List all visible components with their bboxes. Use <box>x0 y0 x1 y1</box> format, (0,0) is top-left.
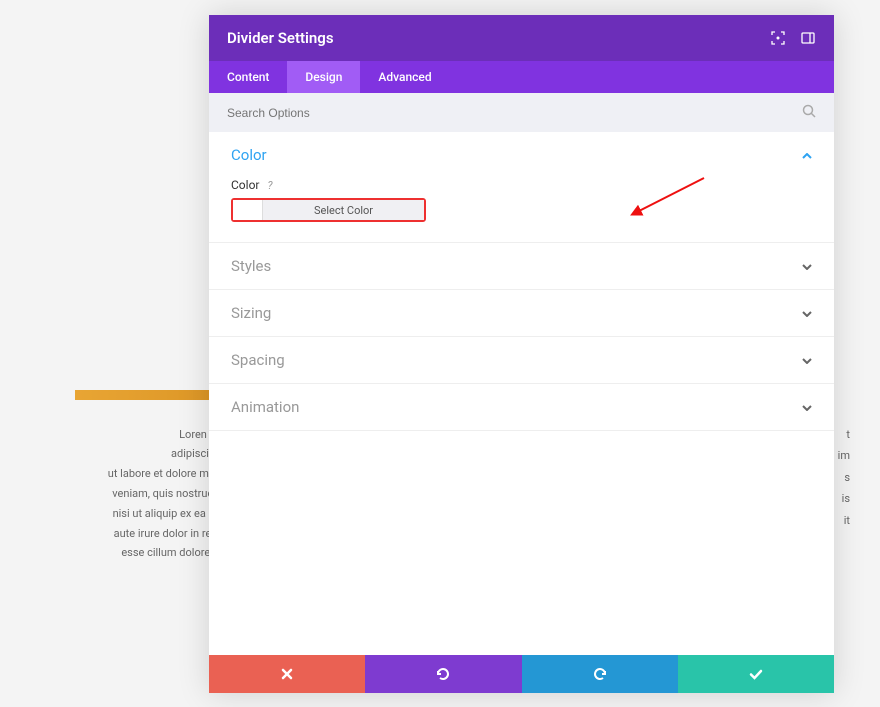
section-header-animation[interactable]: Animation <box>209 384 834 430</box>
color-picker-button[interactable]: Select Color <box>231 198 426 222</box>
section-content-color: Color ? Select Color <box>209 178 834 242</box>
chevron-down-icon <box>802 307 812 320</box>
section-animation: Animation <box>209 384 834 431</box>
chevron-down-icon <box>802 354 812 367</box>
undo-button[interactable] <box>365 655 521 693</box>
redo-button[interactable] <box>522 655 678 693</box>
section-header-styles[interactable]: Styles <box>209 243 834 289</box>
section-header-sizing[interactable]: Sizing <box>209 290 834 336</box>
tab-content[interactable]: Content <box>209 61 287 93</box>
panel-icon[interactable] <box>800 30 816 46</box>
color-swatch <box>233 200 263 220</box>
modal-header: Divider Settings <box>209 15 834 61</box>
section-title-spacing: Spacing <box>231 351 285 369</box>
section-sizing: Sizing <box>209 290 834 337</box>
section-title-sizing: Sizing <box>231 304 271 322</box>
help-icon[interactable]: ? <box>267 179 272 192</box>
tab-advanced[interactable]: Advanced <box>360 61 449 93</box>
save-button[interactable] <box>678 655 834 693</box>
section-spacing: Spacing <box>209 337 834 384</box>
fullscreen-icon[interactable] <box>770 30 786 46</box>
modal-footer <box>209 655 834 693</box>
chevron-up-icon <box>802 149 812 162</box>
color-field-label-row: Color ? <box>231 178 812 192</box>
search-icon[interactable] <box>802 103 816 122</box>
section-title-styles: Styles <box>231 257 271 275</box>
modal-body: Color Color ? Select Color <box>209 132 834 655</box>
header-icons <box>770 30 816 46</box>
section-title-animation: Animation <box>231 398 299 416</box>
chevron-down-icon <box>802 260 812 273</box>
section-color: Color Color ? Select Color <box>209 132 834 243</box>
cancel-button[interactable] <box>209 655 365 693</box>
modal-title: Divider Settings <box>227 29 334 47</box>
tab-design[interactable]: Design <box>287 61 360 93</box>
search-input[interactable] <box>227 106 802 120</box>
select-color-label: Select Color <box>263 200 424 220</box>
lorem-paragraph-right-edge: t im s is it <box>838 424 850 531</box>
tabs-bar: Content Design Advanced <box>209 61 834 93</box>
section-header-spacing[interactable]: Spacing <box>209 337 834 383</box>
section-header-color[interactable]: Color <box>209 132 834 178</box>
section-styles: Styles <box>209 243 834 290</box>
settings-modal: Divider Settings Content Design Advanced <box>209 15 834 693</box>
section-title-color: Color <box>231 146 267 164</box>
color-field-label: Color <box>231 178 259 192</box>
search-bar <box>209 93 834 132</box>
chevron-down-icon <box>802 401 812 414</box>
